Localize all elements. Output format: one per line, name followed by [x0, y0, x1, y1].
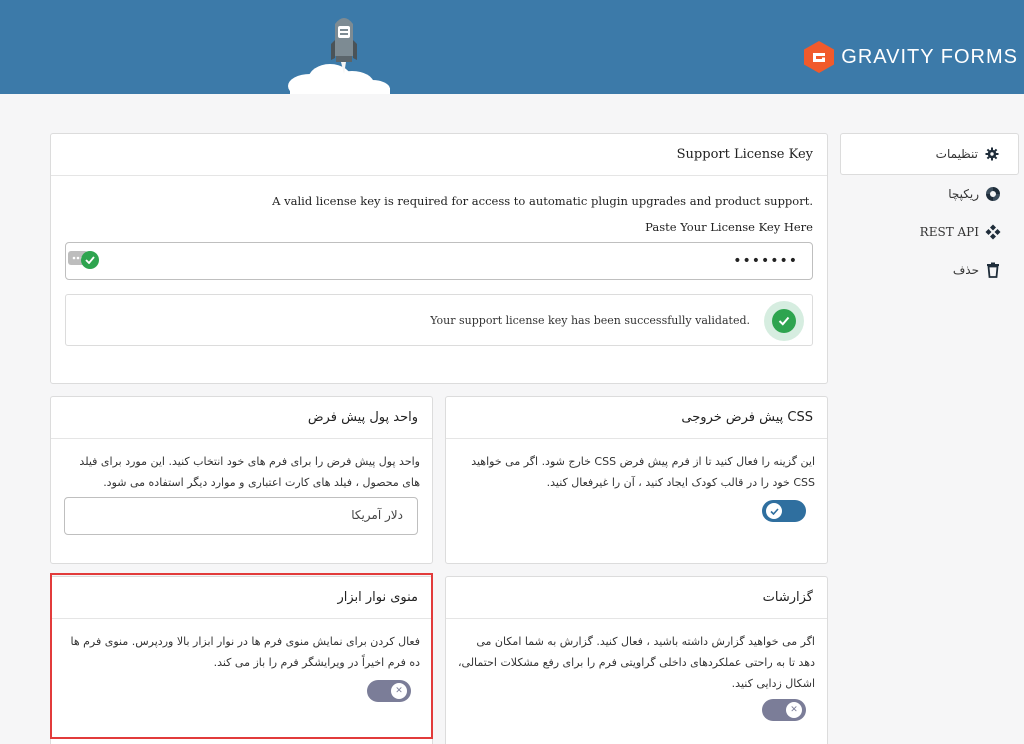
logging-toggle[interactable]: ✕: [762, 699, 806, 721]
logging-card: گزارشات اگر می خواهید گزارش داشته باشید …: [445, 576, 828, 744]
card-title: گزارشات: [762, 590, 813, 605]
nav-item-delete[interactable]: حذف: [840, 251, 1019, 289]
nav-item-recaptcha[interactable]: ریکپچا: [840, 175, 1019, 213]
card-title: Support License Key: [676, 147, 813, 162]
license-field-label: Paste Your License Key Here: [645, 220, 813, 234]
toggle-x-icon: ✕: [786, 702, 802, 718]
nav-item-label: REST API: [919, 225, 979, 239]
currency-select[interactable]: دلار آمریکا: [64, 497, 418, 535]
gravity-forms-icon: [804, 41, 835, 73]
trash-icon: [985, 262, 1001, 278]
recaptcha-icon: [985, 186, 1001, 202]
license-key-card: Support License Key A valid license key …: [50, 133, 828, 384]
css-output-toggle[interactable]: [762, 500, 806, 522]
css-output-card: CSS پیش فرض خروجی این گزینه را فعال کنید…: [445, 396, 828, 564]
card-title: منوی نوار ابزار: [337, 590, 418, 605]
toolbar-menu-card: منوی نوار ابزار فعال کردن برای نمایش منو…: [50, 576, 433, 744]
card-header: CSS پیش فرض خروجی: [446, 397, 827, 439]
nav-item-label: ریکپچا: [948, 187, 979, 201]
selected-currency: دلار آمریکا: [351, 508, 403, 522]
success-message: Your support license key has been succes…: [430, 314, 750, 327]
toggle-x-icon: ✕: [391, 683, 407, 699]
card-header: Support License Key: [51, 134, 827, 176]
card-header: واحد پول پیش فرض: [51, 397, 432, 439]
gravity-forms-logo: GRAVITY FORMS: [803, 40, 1018, 74]
card-description: فعال کردن برای نمایش منوی فرم ها در نوار…: [70, 635, 420, 669]
card-header: منوی نوار ابزار: [51, 577, 432, 619]
license-key-value: •••••••: [733, 253, 798, 269]
settings-nav: تنظیمات ریکپچا REST API حذف: [840, 133, 1019, 289]
gear-icon: [984, 146, 1000, 162]
success-alert: Your support license key has been succes…: [65, 294, 813, 346]
toggle-check-icon: [766, 503, 782, 519]
card-description: اگر می خواهید گزارش داشته باشید ، فعال ک…: [457, 635, 815, 690]
header-banner: GRAVITY FORMS: [0, 0, 1024, 94]
currency-card: واحد پول پیش فرض واحد پول پیش فرض را برا…: [50, 396, 433, 564]
toolbar-menu-toggle[interactable]: ✕: [367, 680, 411, 702]
nav-item-label: حذف: [952, 263, 979, 277]
nav-item-rest-api[interactable]: REST API: [840, 213, 1019, 251]
valid-check-icon: [81, 251, 99, 269]
license-key-input[interactable]: •••••••: [65, 242, 813, 280]
card-description: این گزینه را فعال کنید تا از فرم پیش فرض…: [471, 455, 815, 489]
brand-name: GRAVITY FORMS: [841, 45, 1018, 68]
success-check-icon: [764, 301, 804, 341]
nav-item-settings[interactable]: تنظیمات: [840, 133, 1019, 175]
card-header: گزارشات: [446, 577, 827, 619]
card-title: CSS پیش فرض خروجی: [681, 410, 813, 425]
license-description: A valid license key is required for acce…: [272, 194, 813, 208]
card-description: واحد پول پیش فرض را برای فرم های خود انت…: [79, 455, 420, 489]
rocket-illustration: [288, 18, 390, 94]
nav-item-label: تنظیمات: [935, 147, 978, 161]
api-icon: [985, 224, 1001, 240]
card-title: واحد پول پیش فرض: [307, 410, 418, 425]
